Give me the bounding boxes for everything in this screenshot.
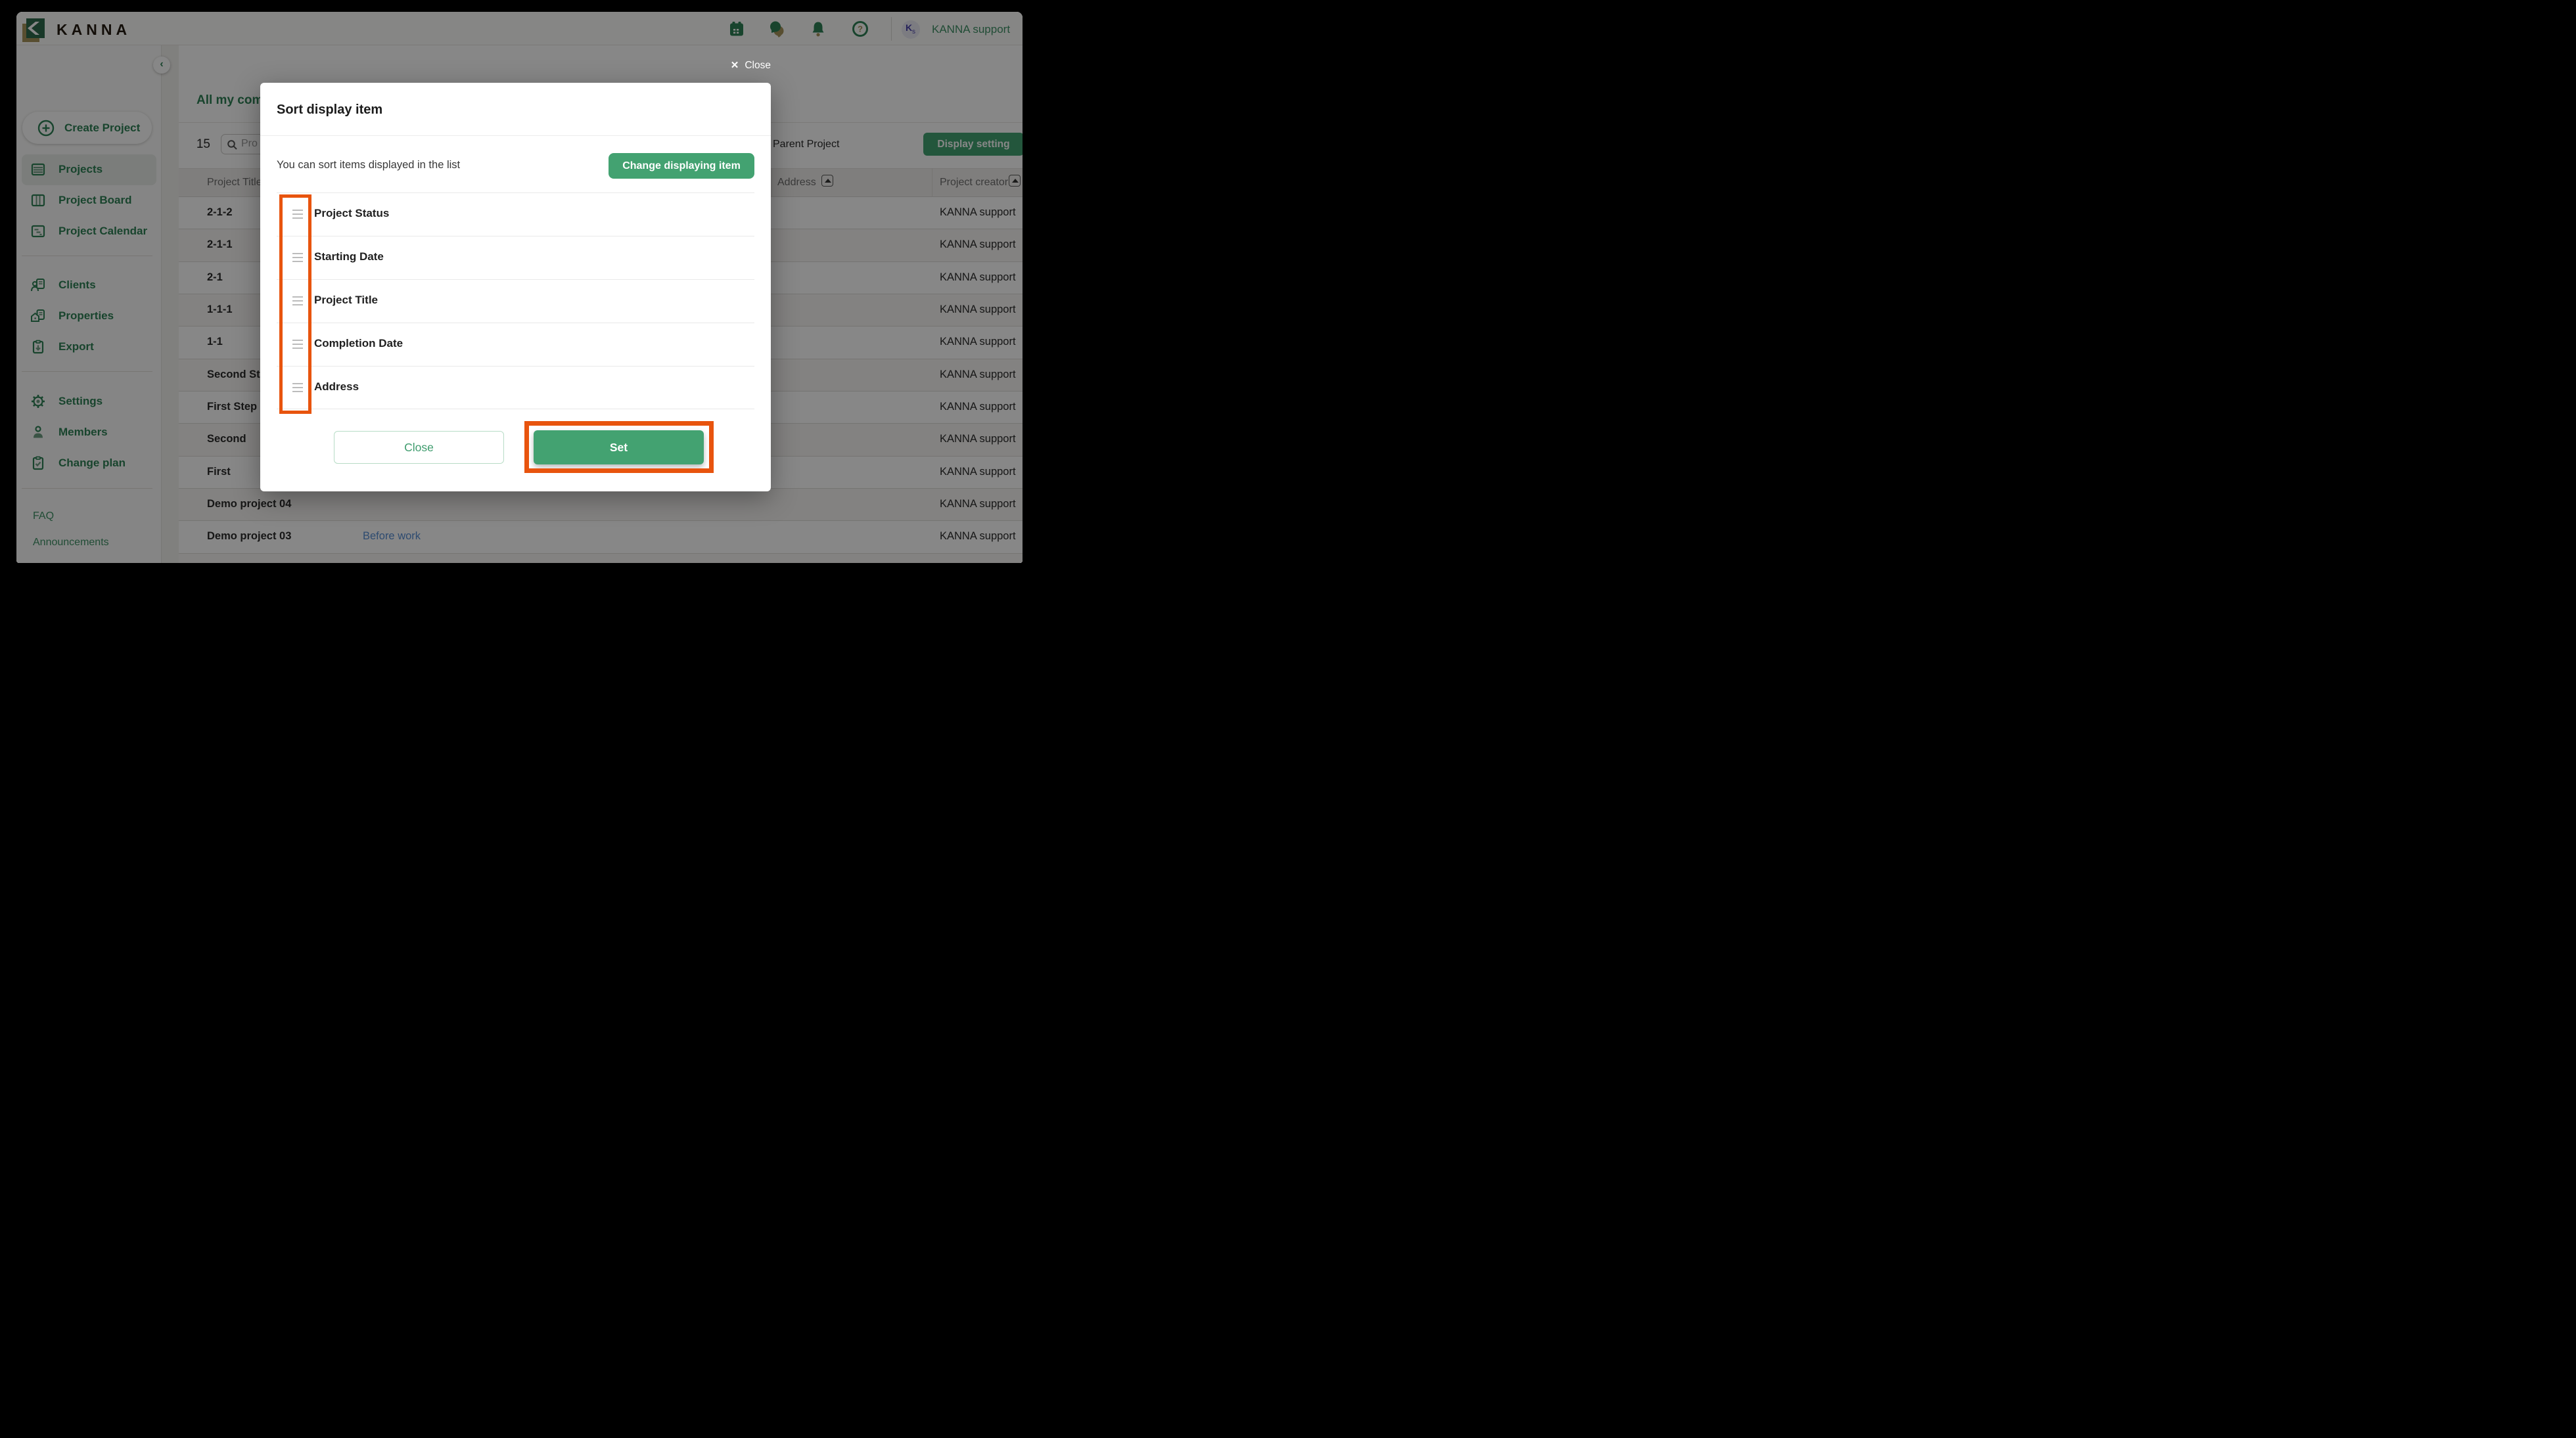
app-window: KANNA ? K s KANNA suppo bbox=[16, 12, 1023, 563]
overlay-close-label: Close bbox=[745, 60, 771, 71]
change-displaying-item-button[interactable]: Change displaying item bbox=[609, 153, 754, 179]
sort-item-completion-date[interactable]: Completion Date bbox=[277, 323, 754, 366]
sort-item-label: Starting Date bbox=[314, 250, 384, 263]
drag-handle-icon[interactable] bbox=[292, 253, 303, 265]
overlay-close-button[interactable]: ✕ Close bbox=[731, 59, 771, 72]
modal-subtitle: You can sort items displayed in the list bbox=[277, 159, 460, 171]
drag-handle-icon[interactable] bbox=[292, 210, 303, 221]
modal-title: Sort display item bbox=[277, 102, 382, 118]
drag-handle-icon[interactable] bbox=[292, 296, 303, 308]
sort-item-label: Project Status bbox=[314, 207, 389, 220]
sort-item-starting-date[interactable]: Starting Date bbox=[277, 236, 754, 279]
sort-item-address[interactable]: Address bbox=[277, 366, 754, 409]
sort-item-project-title[interactable]: Project Title bbox=[277, 279, 754, 323]
screenshot-canvas: KANNA ? K s KANNA suppo bbox=[0, 0, 1030, 575]
sort-display-item-modal: Sort display item You can sort items dis… bbox=[260, 83, 771, 491]
sort-item-project-status[interactable]: Project Status bbox=[277, 192, 754, 236]
modal-close-button[interactable]: Close bbox=[334, 431, 504, 464]
drag-handle-icon[interactable] bbox=[292, 340, 303, 351]
modal-set-button[interactable]: Set bbox=[534, 430, 704, 464]
divider bbox=[260, 135, 771, 136]
drag-handle-icon[interactable] bbox=[292, 383, 303, 395]
close-icon: ✕ bbox=[731, 60, 739, 71]
sort-item-label: Project Title bbox=[314, 294, 378, 307]
sort-item-label: Completion Date bbox=[314, 337, 403, 350]
sort-item-label: Address bbox=[314, 380, 359, 393]
